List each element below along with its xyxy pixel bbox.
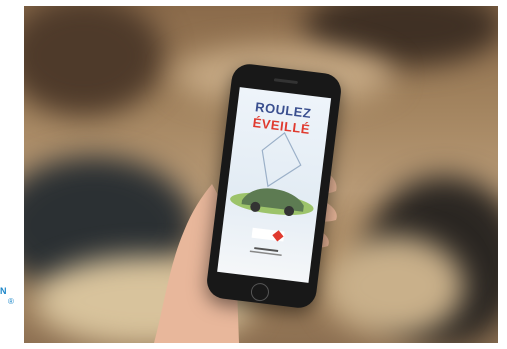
corner-brand-logo: N ®: [0, 286, 22, 316]
home-button: [249, 282, 270, 303]
phone-speaker: [273, 78, 298, 85]
screen-artwork: [230, 131, 314, 256]
registered-mark: ®: [8, 297, 14, 306]
footer-text-line: [254, 247, 279, 252]
brand-text: N: [0, 286, 7, 296]
warning-triangle-outline: [261, 131, 302, 188]
photo: ROULEZ ÉVEILLÉ: [24, 6, 498, 343]
phone-screen: ROULEZ ÉVEILLÉ: [217, 87, 332, 283]
